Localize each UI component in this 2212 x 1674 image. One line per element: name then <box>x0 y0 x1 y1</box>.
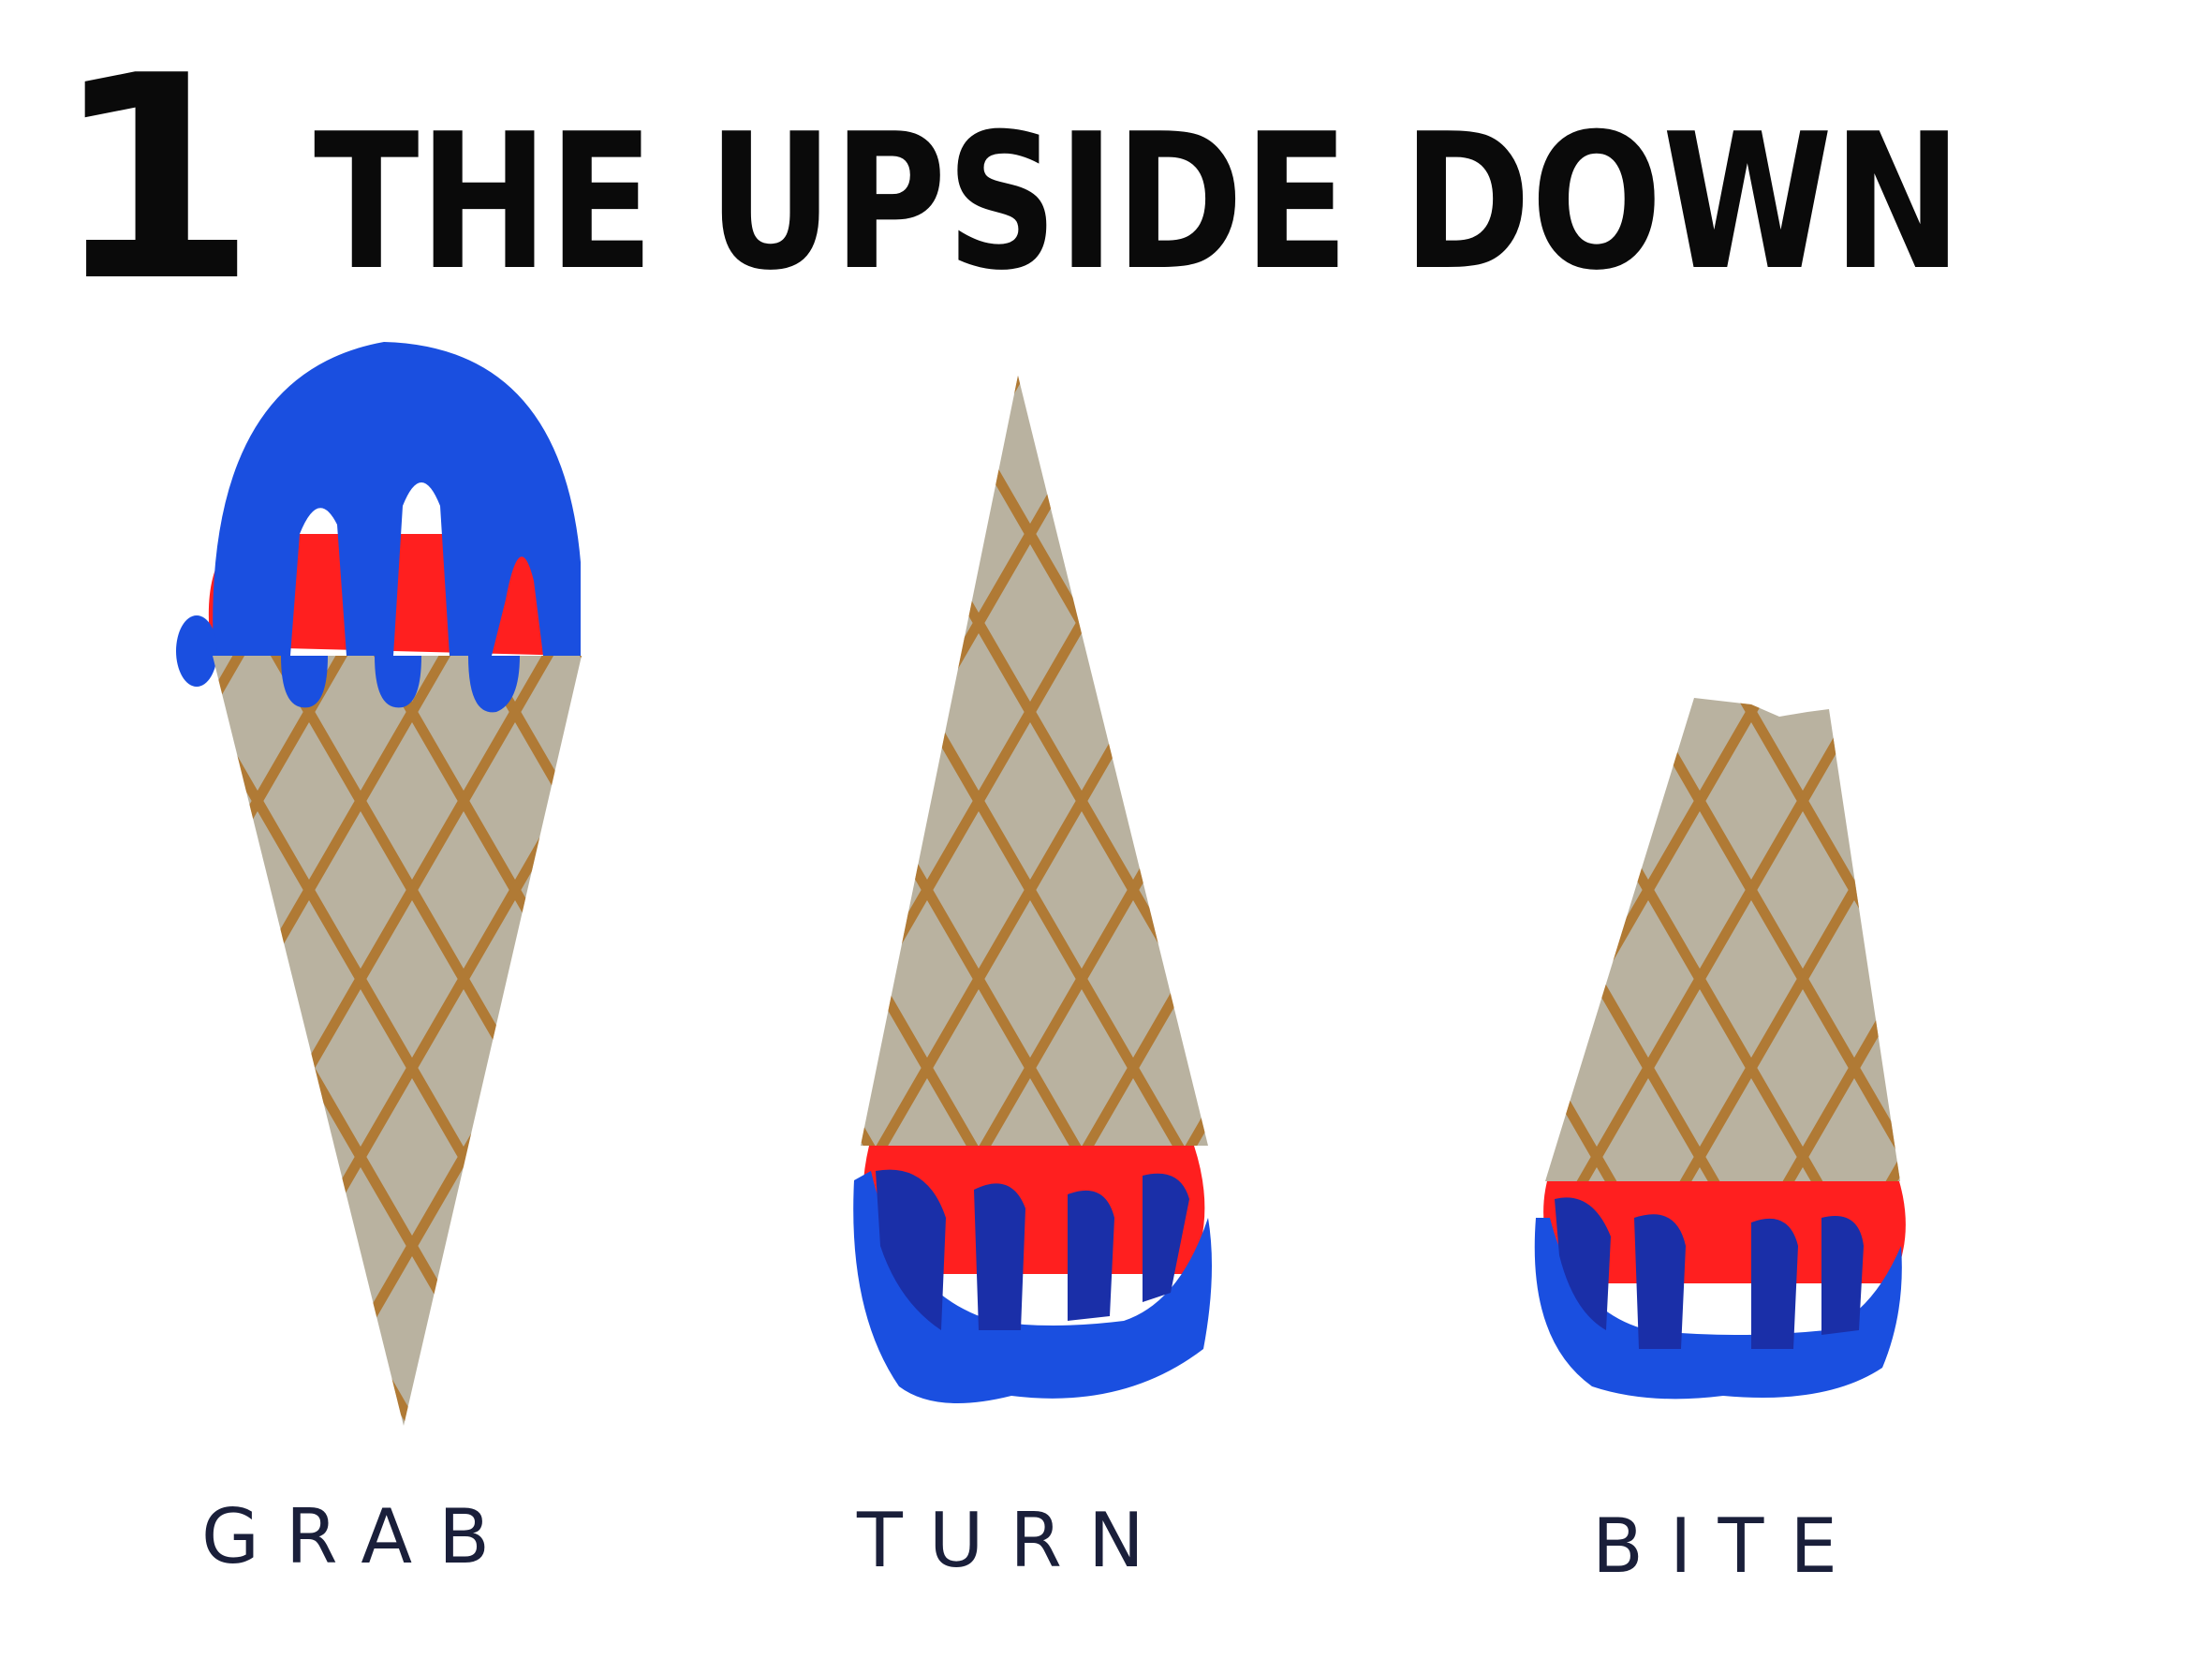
step-label-grab: GRAB <box>201 1493 516 1580</box>
ice-cream-cone-bitten <box>1534 698 1906 1400</box>
step-label-bite: BITE <box>1592 1503 1864 1590</box>
title: 1 THE UPSIDE DOWN <box>52 16 1962 343</box>
illustration: 1 THE UPSIDE DOWN GRAB TURN BITE <box>52 16 1962 1590</box>
ice-cream-cone-upright <box>176 342 582 1426</box>
ice-cream-cone-inverted <box>853 376 1212 1403</box>
title-number: 1 <box>52 16 258 343</box>
title-text: THE UPSIDE DOWN <box>314 94 1962 312</box>
step-label-turn: TURN <box>856 1497 1171 1584</box>
